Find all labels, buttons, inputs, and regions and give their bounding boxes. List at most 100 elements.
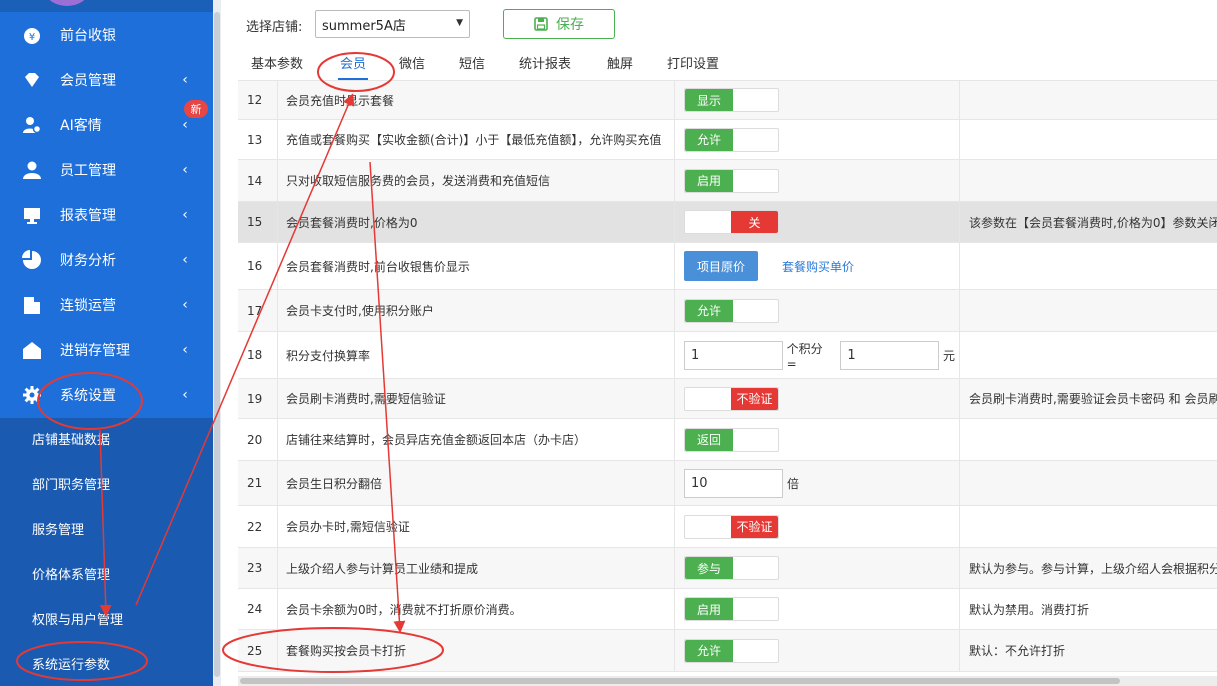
yen-coin-icon: ¥ — [22, 25, 42, 45]
row-number: 14 — [238, 160, 278, 201]
yuan-unit-label: 元 — [943, 348, 956, 363]
table-row: 21 会员生日积分翻倍 10 倍 — [238, 461, 1217, 506]
toggle-switch[interactable]: 不验证 — [684, 514, 779, 539]
settings-submenu: 店铺基础数据 部门职务管理 服务管理 价格体系管理 权限与用户管理 系统运行参数 — [0, 418, 213, 686]
sidebar-header — [0, 0, 221, 12]
submenu-item-pricing[interactable]: 价格体系管理 — [0, 553, 213, 598]
sidebar-item-member[interactable]: 会员管理 ‹ — [0, 57, 213, 102]
row-control: 启用 — [675, 160, 960, 201]
tab-print[interactable]: 打印设置 — [667, 50, 719, 80]
caret-down-icon: ▼ — [456, 18, 463, 28]
table-row: 25 套餐购买按会员卡打折 允许 默认：不允许打折 — [238, 630, 1217, 672]
tab-basic[interactable]: 基本参数 — [251, 50, 303, 80]
store-select[interactable]: summer5A店 ▼ — [315, 10, 470, 38]
row-control: 不验证 — [675, 379, 960, 418]
row-number: 25 — [238, 630, 278, 671]
toggle-off-label: 不验证 — [731, 387, 778, 410]
toggle-switch[interactable]: 允许 — [684, 298, 779, 323]
toggle-on-label: 允许 — [685, 299, 733, 322]
row-control: 允许 — [675, 120, 960, 159]
chevron-left-icon: ‹ — [182, 341, 188, 358]
store-select-label: 选择店铺: — [246, 20, 303, 35]
sidebar-item-settings[interactable]: 系统设置 ‹ — [0, 372, 213, 417]
birthday-multiplier-input[interactable]: 10 — [684, 468, 783, 498]
row-note — [960, 243, 1217, 289]
sidebar-item-label: 系统设置 — [60, 387, 116, 404]
sidebar-item-label: 前台收银 — [60, 27, 116, 44]
tab-sms[interactable]: 短信 — [459, 50, 485, 80]
row-number: 20 — [238, 419, 278, 460]
table-row: 13 充值或套餐购买【实收金额(合计)】小于【最低充值额】，允许购买充值 允许 — [238, 120, 1217, 160]
row-number: 17 — [238, 290, 278, 331]
sidebar-item-staff[interactable]: 员工管理 ‹ — [0, 147, 213, 192]
row-label: 充值或套餐购买【实收金额(合计)】小于【最低充值额】，允许购买充值 — [278, 120, 675, 159]
tab-member[interactable]: 会员 — [337, 50, 369, 80]
sidebar-scrollbar-thumb[interactable] — [214, 12, 220, 677]
row-note — [960, 419, 1217, 460]
toggle-switch[interactable]: 关 — [684, 210, 779, 234]
points-input[interactable]: 1 — [684, 340, 783, 370]
toggle-switch[interactable]: 参与 — [684, 556, 779, 580]
sidebar-item-finance[interactable]: 财务分析 ‹ — [0, 237, 213, 282]
toggle-switch[interactable]: 允许 — [684, 638, 779, 663]
submenu-item-services[interactable]: 服务管理 — [0, 508, 213, 553]
toggle-switch[interactable]: 启用 — [684, 597, 779, 621]
save-button[interactable]: 保存 — [503, 9, 615, 39]
sidebar-item-label: 连锁运营 — [60, 297, 116, 314]
submenu-item-store-data[interactable]: 店铺基础数据 — [0, 418, 213, 463]
monitor-icon — [22, 205, 42, 225]
sidebar-item-chain[interactable]: 连锁运营 ‹ — [0, 282, 213, 327]
diamond-icon — [22, 70, 42, 90]
submenu-item-permissions[interactable]: 权限与用户管理 — [0, 598, 213, 643]
sidebar-item-inventory[interactable]: 进销存管理 ‹ — [0, 327, 213, 372]
row-control: 允许 — [675, 290, 960, 331]
user-settings-icon — [22, 115, 42, 135]
row-control: 参与 — [675, 548, 960, 588]
row-number: 21 — [238, 461, 278, 505]
toggle-on-label: 返回 — [685, 428, 733, 451]
row-note — [960, 81, 1217, 119]
submenu-item-departments[interactable]: 部门职务管理 — [0, 463, 213, 508]
row-label: 会员办卡时,需短信验证 — [278, 506, 675, 547]
original-price-button[interactable]: 项目原价 — [684, 251, 759, 281]
save-button-label: 保存 — [556, 17, 584, 33]
row-label: 积分支付换算率 — [278, 332, 675, 378]
row-note — [960, 120, 1217, 159]
chevron-left-icon: ‹ — [182, 251, 188, 268]
yuan-input[interactable]: 1 — [840, 340, 939, 370]
row-control: 不验证 — [675, 506, 960, 547]
toggle-on-label: 允许 — [685, 128, 733, 151]
row-control: 启用 — [675, 589, 960, 629]
chevron-left-icon: ‹ — [182, 71, 188, 88]
chevron-left-icon: ‹ — [182, 296, 188, 313]
package-price-link[interactable]: 套餐购买单价 — [782, 258, 854, 275]
toggle-switch[interactable]: 不验证 — [684, 386, 779, 411]
table-row: 17 会员卡支付时,使用积分账户 允许 — [238, 290, 1217, 332]
sidebar-item-ai[interactable]: AI客情 ‹ — [0, 102, 213, 147]
toggle-switch[interactable]: 显示 — [684, 88, 779, 112]
toggle-switch[interactable]: 返回 — [684, 427, 779, 452]
row-note — [960, 506, 1217, 547]
sidebar-item-reports[interactable]: 报表管理 ‹ — [0, 192, 213, 237]
settings-table: 12 会员充值时显示套餐 显示 13 充值或套餐购买【实收金额(合计)】小于【最… — [238, 81, 1217, 676]
row-label: 会员套餐消费时,价格为0 — [278, 202, 675, 242]
building-icon — [22, 295, 42, 315]
new-badge: 新 — [184, 100, 208, 118]
tab-touchscreen[interactable]: 触屏 — [607, 50, 633, 80]
row-label: 会员卡余额为0时，消费就不打折原价消费。 — [278, 589, 675, 629]
row-control: 关 — [675, 202, 960, 242]
chevron-left-icon: ‹ — [182, 386, 188, 403]
row-control: 项目原价 套餐购买单价 — [675, 243, 960, 289]
row-number: 13 — [238, 120, 278, 159]
toggle-switch[interactable]: 允许 — [684, 127, 779, 152]
row-note: 该参数在【会员套餐消费时,价格为0】参数关闭 — [969, 215, 1217, 230]
tab-reports[interactable]: 统计报表 — [519, 50, 571, 80]
sidebar-item-cashier[interactable]: ¥ 前台收银 — [0, 12, 213, 57]
row-control: 10 倍 — [675, 461, 960, 505]
tab-wechat[interactable]: 微信 — [399, 50, 425, 80]
toggle-switch[interactable]: 启用 — [684, 168, 779, 193]
toggle-on-label: 启用 — [685, 598, 733, 620]
row-label: 会员刷卡消费时,需要短信验证 — [278, 379, 675, 418]
submenu-item-system-params[interactable]: 系统运行参数 — [0, 643, 213, 686]
horizontal-scrollbar-thumb[interactable] — [240, 678, 1120, 684]
